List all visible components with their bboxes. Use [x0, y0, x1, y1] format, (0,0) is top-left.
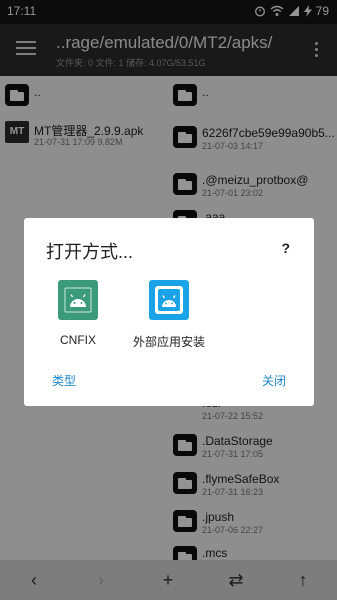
android-icon [58, 280, 98, 320]
open-with-dialog: 打开方式... ? CNFIX 外部应用安装 类型 关闭 [24, 218, 314, 406]
open-with-cnfix[interactable]: CNFIX [33, 280, 123, 360]
open-with-external-installer[interactable]: 外部应用安装 [124, 280, 214, 360]
choice-label: 外部应用安装 [132, 335, 205, 349]
android-icon [149, 280, 189, 320]
type-button[interactable]: 类型 [52, 372, 76, 389]
dialog-title: 打开方式... [46, 242, 134, 262]
help-icon[interactable]: ? [281, 240, 290, 256]
close-button[interactable]: 关闭 [262, 372, 286, 389]
choice-label: CNFIX [60, 333, 96, 347]
